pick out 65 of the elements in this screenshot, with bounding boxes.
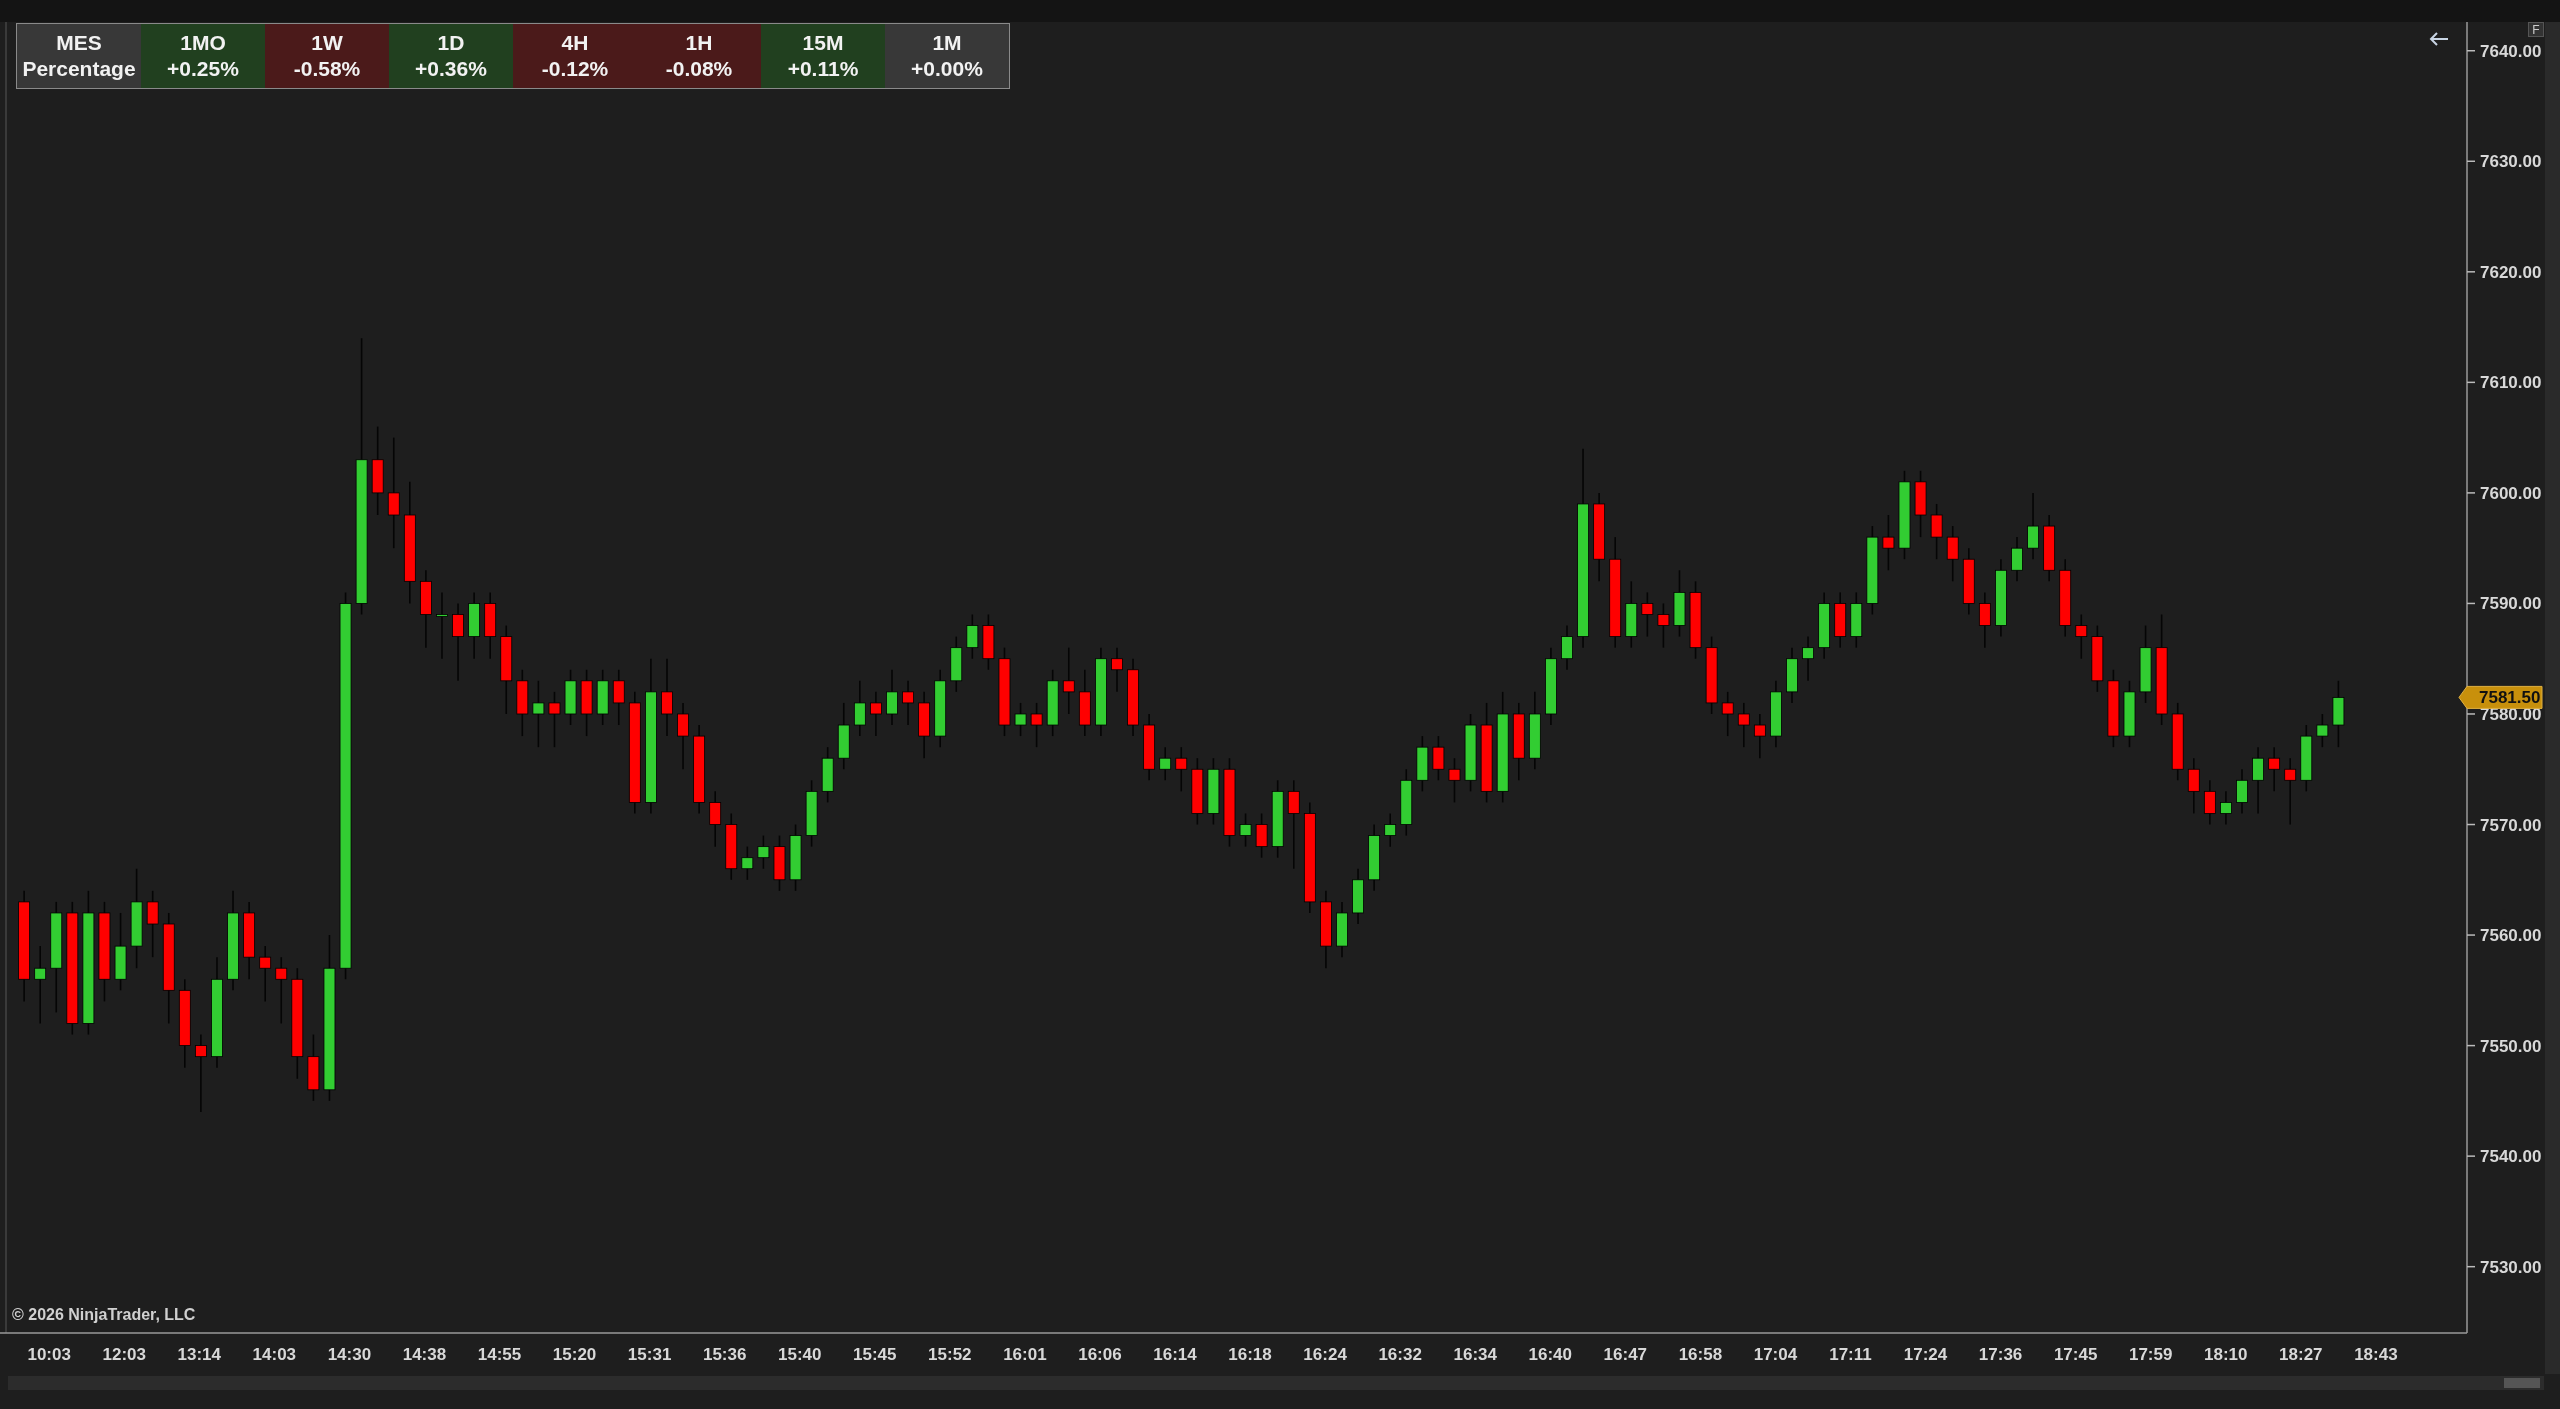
change-value: +0.11% bbox=[787, 57, 859, 81]
change-value: -0.12% bbox=[541, 57, 609, 81]
time-label: 17:45 bbox=[2053, 1345, 2098, 1364]
time-label: 16:18 bbox=[1228, 1345, 1272, 1364]
time-label: 18:27 bbox=[2279, 1345, 2323, 1364]
time-label: 15:45 bbox=[853, 1345, 897, 1364]
time-label: 15:36 bbox=[702, 1345, 747, 1364]
change-value: -0.08% bbox=[665, 57, 733, 81]
price-label: 7560.00 bbox=[2480, 926, 2542, 946]
time-label: 16:14 bbox=[1153, 1345, 1197, 1364]
price-label: 7640.00 bbox=[2480, 41, 2542, 61]
time-label: 17:36 bbox=[1978, 1345, 2023, 1364]
time-label: 16:47 bbox=[1603, 1345, 1648, 1364]
timeframe-label: 1W bbox=[311, 31, 343, 55]
timeframe-label: 4H bbox=[561, 31, 589, 55]
timeframe-label: 1H bbox=[685, 31, 713, 55]
time-label: 16:58 bbox=[1678, 1345, 1723, 1364]
time-label: 15:52 bbox=[928, 1345, 972, 1364]
price-label: 7540.00 bbox=[2480, 1147, 2542, 1167]
timeframe-label: 1D bbox=[437, 31, 465, 55]
vertical-scrollbar[interactable] bbox=[2545, 22, 2560, 1374]
time-label: 13:14 bbox=[177, 1345, 222, 1364]
time-label: 10:03 bbox=[27, 1345, 71, 1364]
price-label: 7550.00 bbox=[2480, 1036, 2542, 1056]
time-label: 17:24 bbox=[1903, 1345, 1948, 1364]
change-value: Percentage bbox=[22, 57, 136, 81]
time-label: 16:34 bbox=[1453, 1345, 1497, 1364]
back-arrow-icon[interactable] bbox=[2429, 32, 2449, 46]
scrollbar[interactable] bbox=[8, 1376, 2544, 1390]
time-label: 17:59 bbox=[2128, 1345, 2173, 1364]
time-label: 16:24 bbox=[1303, 1345, 1347, 1364]
time-label: 15:31 bbox=[627, 1345, 672, 1364]
time-label: 18:10 bbox=[2204, 1345, 2248, 1364]
change-value: -0.58% bbox=[293, 57, 361, 81]
timeframe-label: 1M bbox=[932, 31, 962, 55]
timeframe-label: 1MO bbox=[180, 31, 226, 55]
time-label: 17:11 bbox=[1829, 1345, 1872, 1364]
change-value: +0.00% bbox=[911, 57, 983, 81]
price-label: 7610.00 bbox=[2480, 373, 2542, 393]
toolbar-button[interactable]: F bbox=[2528, 22, 2544, 37]
change-value: +0.36% bbox=[415, 57, 487, 81]
price-label: 7530.00 bbox=[2480, 1257, 2542, 1277]
time-label: 16:01 bbox=[1003, 1345, 1047, 1364]
price-label: 7590.00 bbox=[2480, 594, 2542, 614]
timeframe-label: 15M bbox=[802, 31, 844, 55]
time-label: 16:32 bbox=[1378, 1345, 1422, 1364]
time-label: 14:03 bbox=[252, 1345, 297, 1364]
price-label: 7570.00 bbox=[2480, 815, 2542, 835]
price-label: 7630.00 bbox=[2480, 152, 2542, 172]
timeframe-label: MES bbox=[56, 31, 102, 55]
price-label: 7620.00 bbox=[2480, 262, 2542, 282]
time-label: 12:03 bbox=[102, 1345, 146, 1364]
time-label: 16:06 bbox=[1078, 1345, 1122, 1364]
last-price-tag: 7581.50 bbox=[2458, 685, 2543, 709]
time-label: 18:43 bbox=[2354, 1345, 2398, 1364]
time-label: 15:20 bbox=[552, 1345, 597, 1364]
time-label: 14:38 bbox=[402, 1345, 447, 1364]
time-label: 17:04 bbox=[1753, 1345, 1798, 1364]
change-value: +0.25% bbox=[167, 57, 239, 81]
time-label: 15:40 bbox=[778, 1345, 822, 1364]
copyright-text: © 2026 NinjaTrader, LLC bbox=[12, 1306, 196, 1323]
price-label: 7600.00 bbox=[2480, 483, 2542, 503]
time-label: 16:40 bbox=[1528, 1345, 1572, 1364]
time-label: 14:30 bbox=[327, 1345, 372, 1364]
time-label: 14:55 bbox=[477, 1345, 522, 1364]
